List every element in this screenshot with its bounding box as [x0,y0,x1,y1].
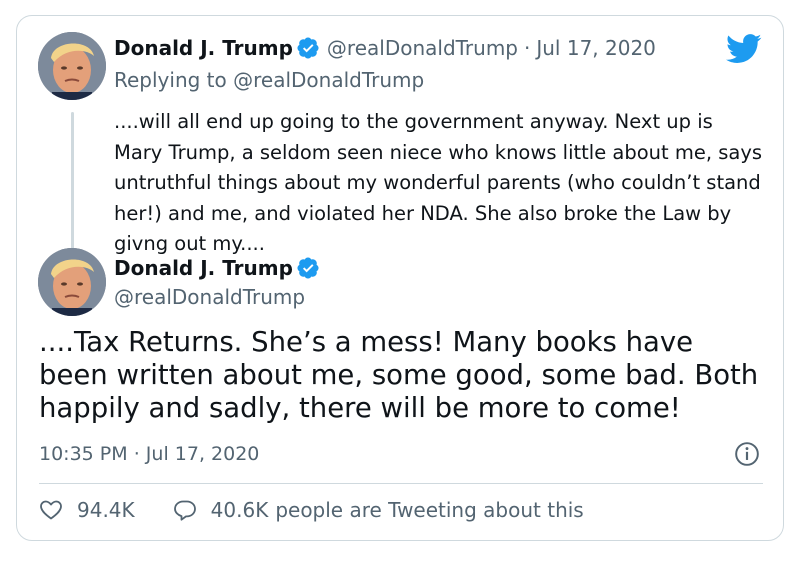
meta-separator: · [524,36,531,60]
parent-tweet-date[interactable]: Jul 17, 2020 [536,36,656,60]
parent-author-name[interactable]: Donald J. Trump [114,36,293,60]
heart-icon [40,500,62,520]
like-stat[interactable]: 94.4K [39,498,135,522]
tweet-stats: 94.4K 40.6K people are Tweeting about th… [39,498,584,522]
parent-author-handle[interactable]: @realDonaldTrump [327,36,518,60]
main-author-handle[interactable]: @realDonaldTrump [114,285,305,309]
verified-badge-icon [297,257,319,279]
main-author-row: Donald J. Trump [114,256,319,280]
parent-tweet-text: ....will all end up going to the governm… [114,110,763,255]
embedded-tweet-card: Donald J. Trump @realDonaldTrump · Jul 1… [16,15,784,541]
reply-suffix: people are Tweeting about this [275,498,584,522]
reply-stat[interactable]: 40.6K people are Tweeting about this [173,498,584,522]
info-icon[interactable] [734,441,760,467]
thread-connector-line [71,112,74,254]
tweet-timestamp[interactable]: 10:35 PM · Jul 17, 2020 [39,443,259,465]
main-author-name[interactable]: Donald J. Trump [114,256,293,280]
replying-to-prefix: Replying to [114,68,227,92]
replying-to-handle[interactable]: @realDonaldTrump [233,68,424,92]
verified-badge-icon [297,37,319,59]
tweet-date: Jul 17, 2020 [145,443,260,465]
avatar-portrait-icon [38,32,106,100]
avatar-portrait-icon [38,248,106,316]
like-count: 94.4K [77,498,135,522]
parent-author-avatar[interactable] [38,32,106,100]
tweet-time: 10:35 PM [39,443,128,465]
replying-to-line: Replying to @realDonaldTrump [114,68,424,92]
speech-bubble-icon [173,500,196,521]
parent-author-row: Donald J. Trump @realDonaldTrump · Jul 1… [114,36,656,60]
main-tweet-text: ....Tax Returns. She’s a mess! Many book… [39,326,759,424]
stats-divider [39,483,763,484]
main-author-avatar[interactable] [38,248,106,316]
reply-count: 40.6K [210,498,269,522]
twitter-bird-icon[interactable] [726,34,762,64]
meta-separator: · [133,443,140,465]
